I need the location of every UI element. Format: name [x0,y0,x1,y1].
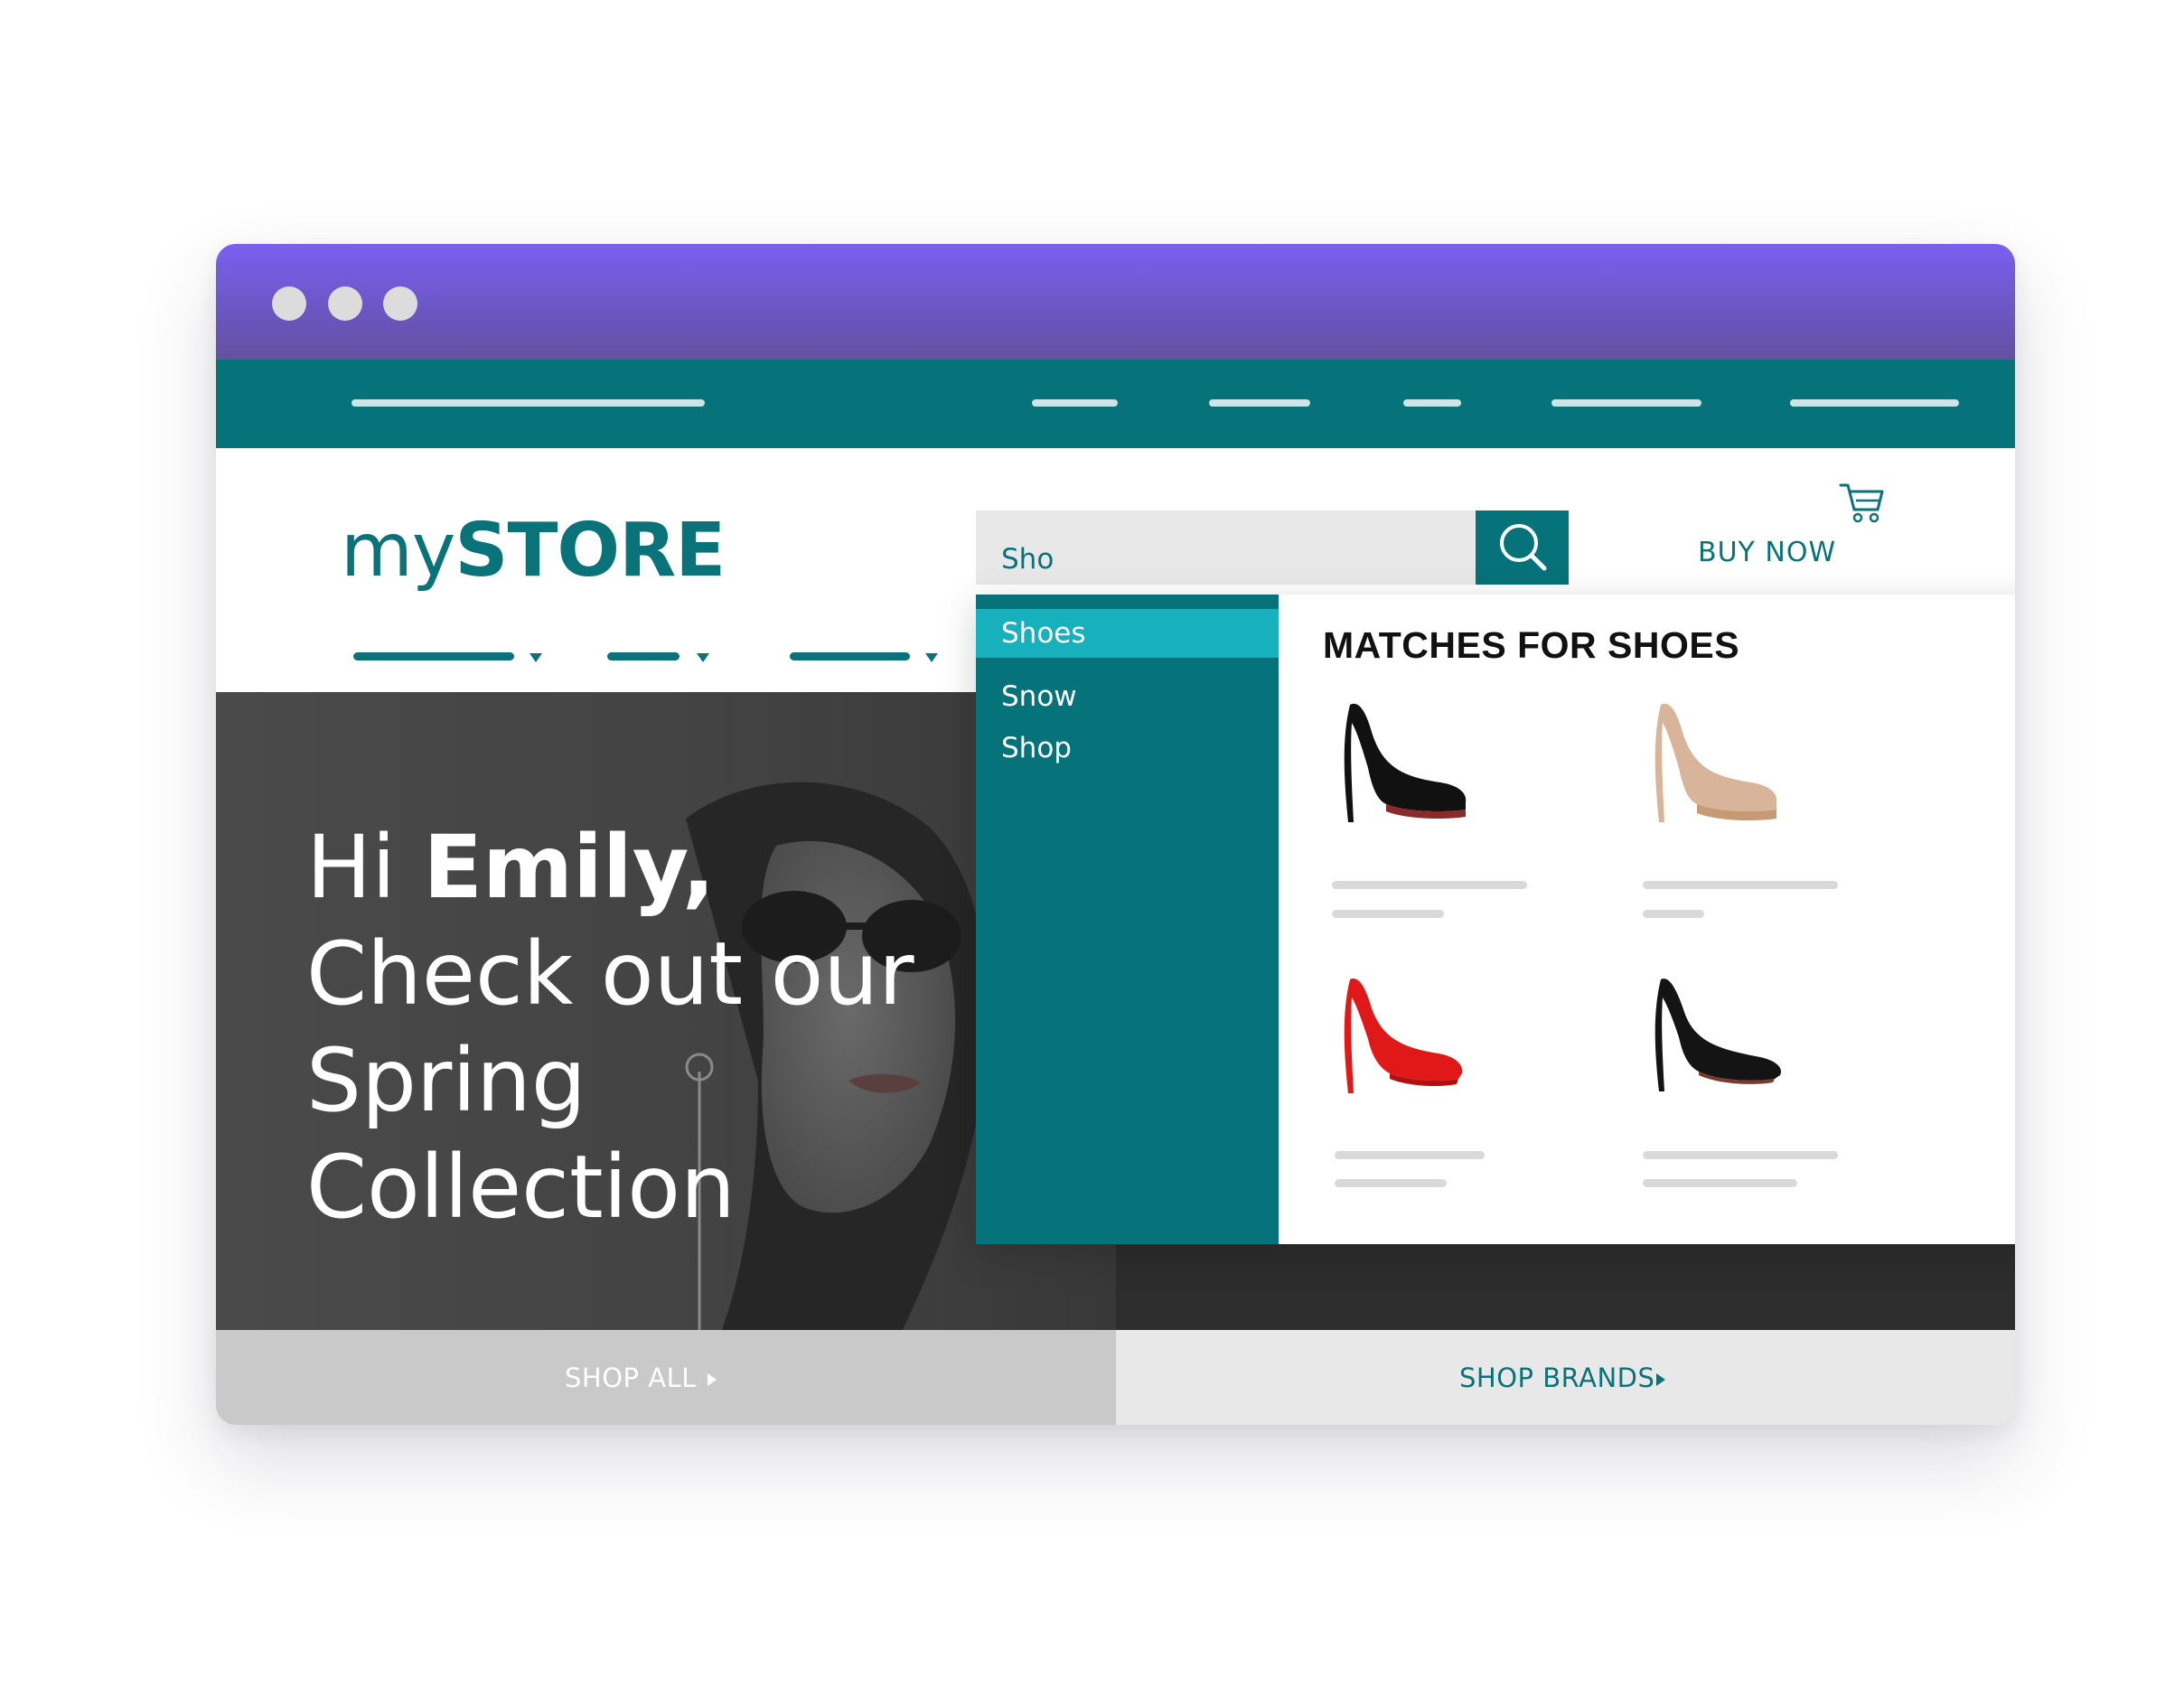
search-icon [1500,524,1547,571]
product-card[interactable] [1643,972,1914,1187]
search-input[interactable] [976,510,1476,585]
window-close-dot[interactable] [272,286,306,321]
window-maximize-dot[interactable] [383,286,417,321]
suggestion-item-snow[interactable]: Snow [976,672,1279,721]
nav-placeholder-brand[interactable] [352,399,705,407]
shoe-image [1654,979,1782,1091]
logo-bold-text: STORE [455,508,726,594]
shop-all-label: SHOP ALL [565,1363,697,1393]
shop-all-button[interactable]: SHOP ALL [216,1330,1116,1425]
cart-icon [1839,483,1884,523]
hero-line-3: Spring [306,1030,586,1131]
menu-placeholder-3[interactable] [790,652,910,660]
play-arrow-icon [708,1373,717,1386]
product-price-placeholder [1643,910,1704,918]
hero-headline: Hi Emily, Check out our Spring Collectio… [306,814,914,1241]
search-box [976,510,1476,585]
hero-greeting: Hi [306,817,424,918]
search-button[interactable] [1476,510,1569,585]
nav-placeholder-2[interactable] [1209,399,1310,407]
product-price-placeholder [1335,1179,1447,1187]
product-price-placeholder [1332,910,1444,918]
nav-placeholder-5[interactable] [1790,399,1959,407]
hero-line-2: Check out our [306,923,914,1025]
hero-line-4: Collection [306,1137,736,1238]
chevron-down-icon [925,653,938,662]
suggestion-item-shoes[interactable]: Shoes [976,609,1279,658]
shoe-image [1344,979,1463,1093]
matches-title: MATCHES FOR SHOES [1323,624,1740,666]
nav-placeholder-1[interactable] [1032,399,1118,407]
browser-window: mySTORE BUY NOW [216,244,2015,1425]
suggestion-list: Shoes Snow Shop [976,595,1279,1244]
product-title-placeholder [1643,1151,1838,1159]
search-dropdown: Shoes Snow Shop MATCHES FOR SHOES [976,595,2015,1244]
shoe-image [1344,703,1467,822]
menu-placeholder-2[interactable] [607,652,680,660]
store-logo[interactable]: mySTORE [341,508,726,594]
title-bar [216,244,2015,360]
product-title-placeholder [1335,1151,1485,1159]
top-nav-bar [216,360,2015,448]
product-title-placeholder [1332,881,1527,889]
buy-now-link[interactable]: BUY NOW [1698,537,1836,568]
product-price-placeholder [1643,1179,1797,1187]
product-card[interactable] [1643,696,1914,918]
hero-user-name: Emily, [423,817,716,918]
hero-line-1: Hi Emily, [306,814,914,921]
product-title-placeholder [1643,881,1838,889]
chevron-down-icon [530,653,542,662]
chevron-down-icon [697,653,709,662]
play-arrow-icon [1656,1373,1665,1386]
product-card[interactable] [1332,696,1603,918]
shop-brands-button[interactable]: SHOP BRANDS [1116,1330,2015,1425]
suggestion-item-shop[interactable]: Shop [976,724,1279,773]
nav-placeholder-4[interactable] [1551,399,1701,407]
logo-light-text: my [341,508,455,594]
shoe-image [1654,703,1777,822]
window-minimize-dot[interactable] [328,286,362,321]
product-card[interactable] [1332,972,1603,1187]
nav-placeholder-3[interactable] [1403,399,1461,407]
menu-placeholder-1[interactable] [353,652,514,660]
shop-brands-label: SHOP BRANDS [1459,1363,1655,1393]
cart-button[interactable] [1838,481,1885,524]
